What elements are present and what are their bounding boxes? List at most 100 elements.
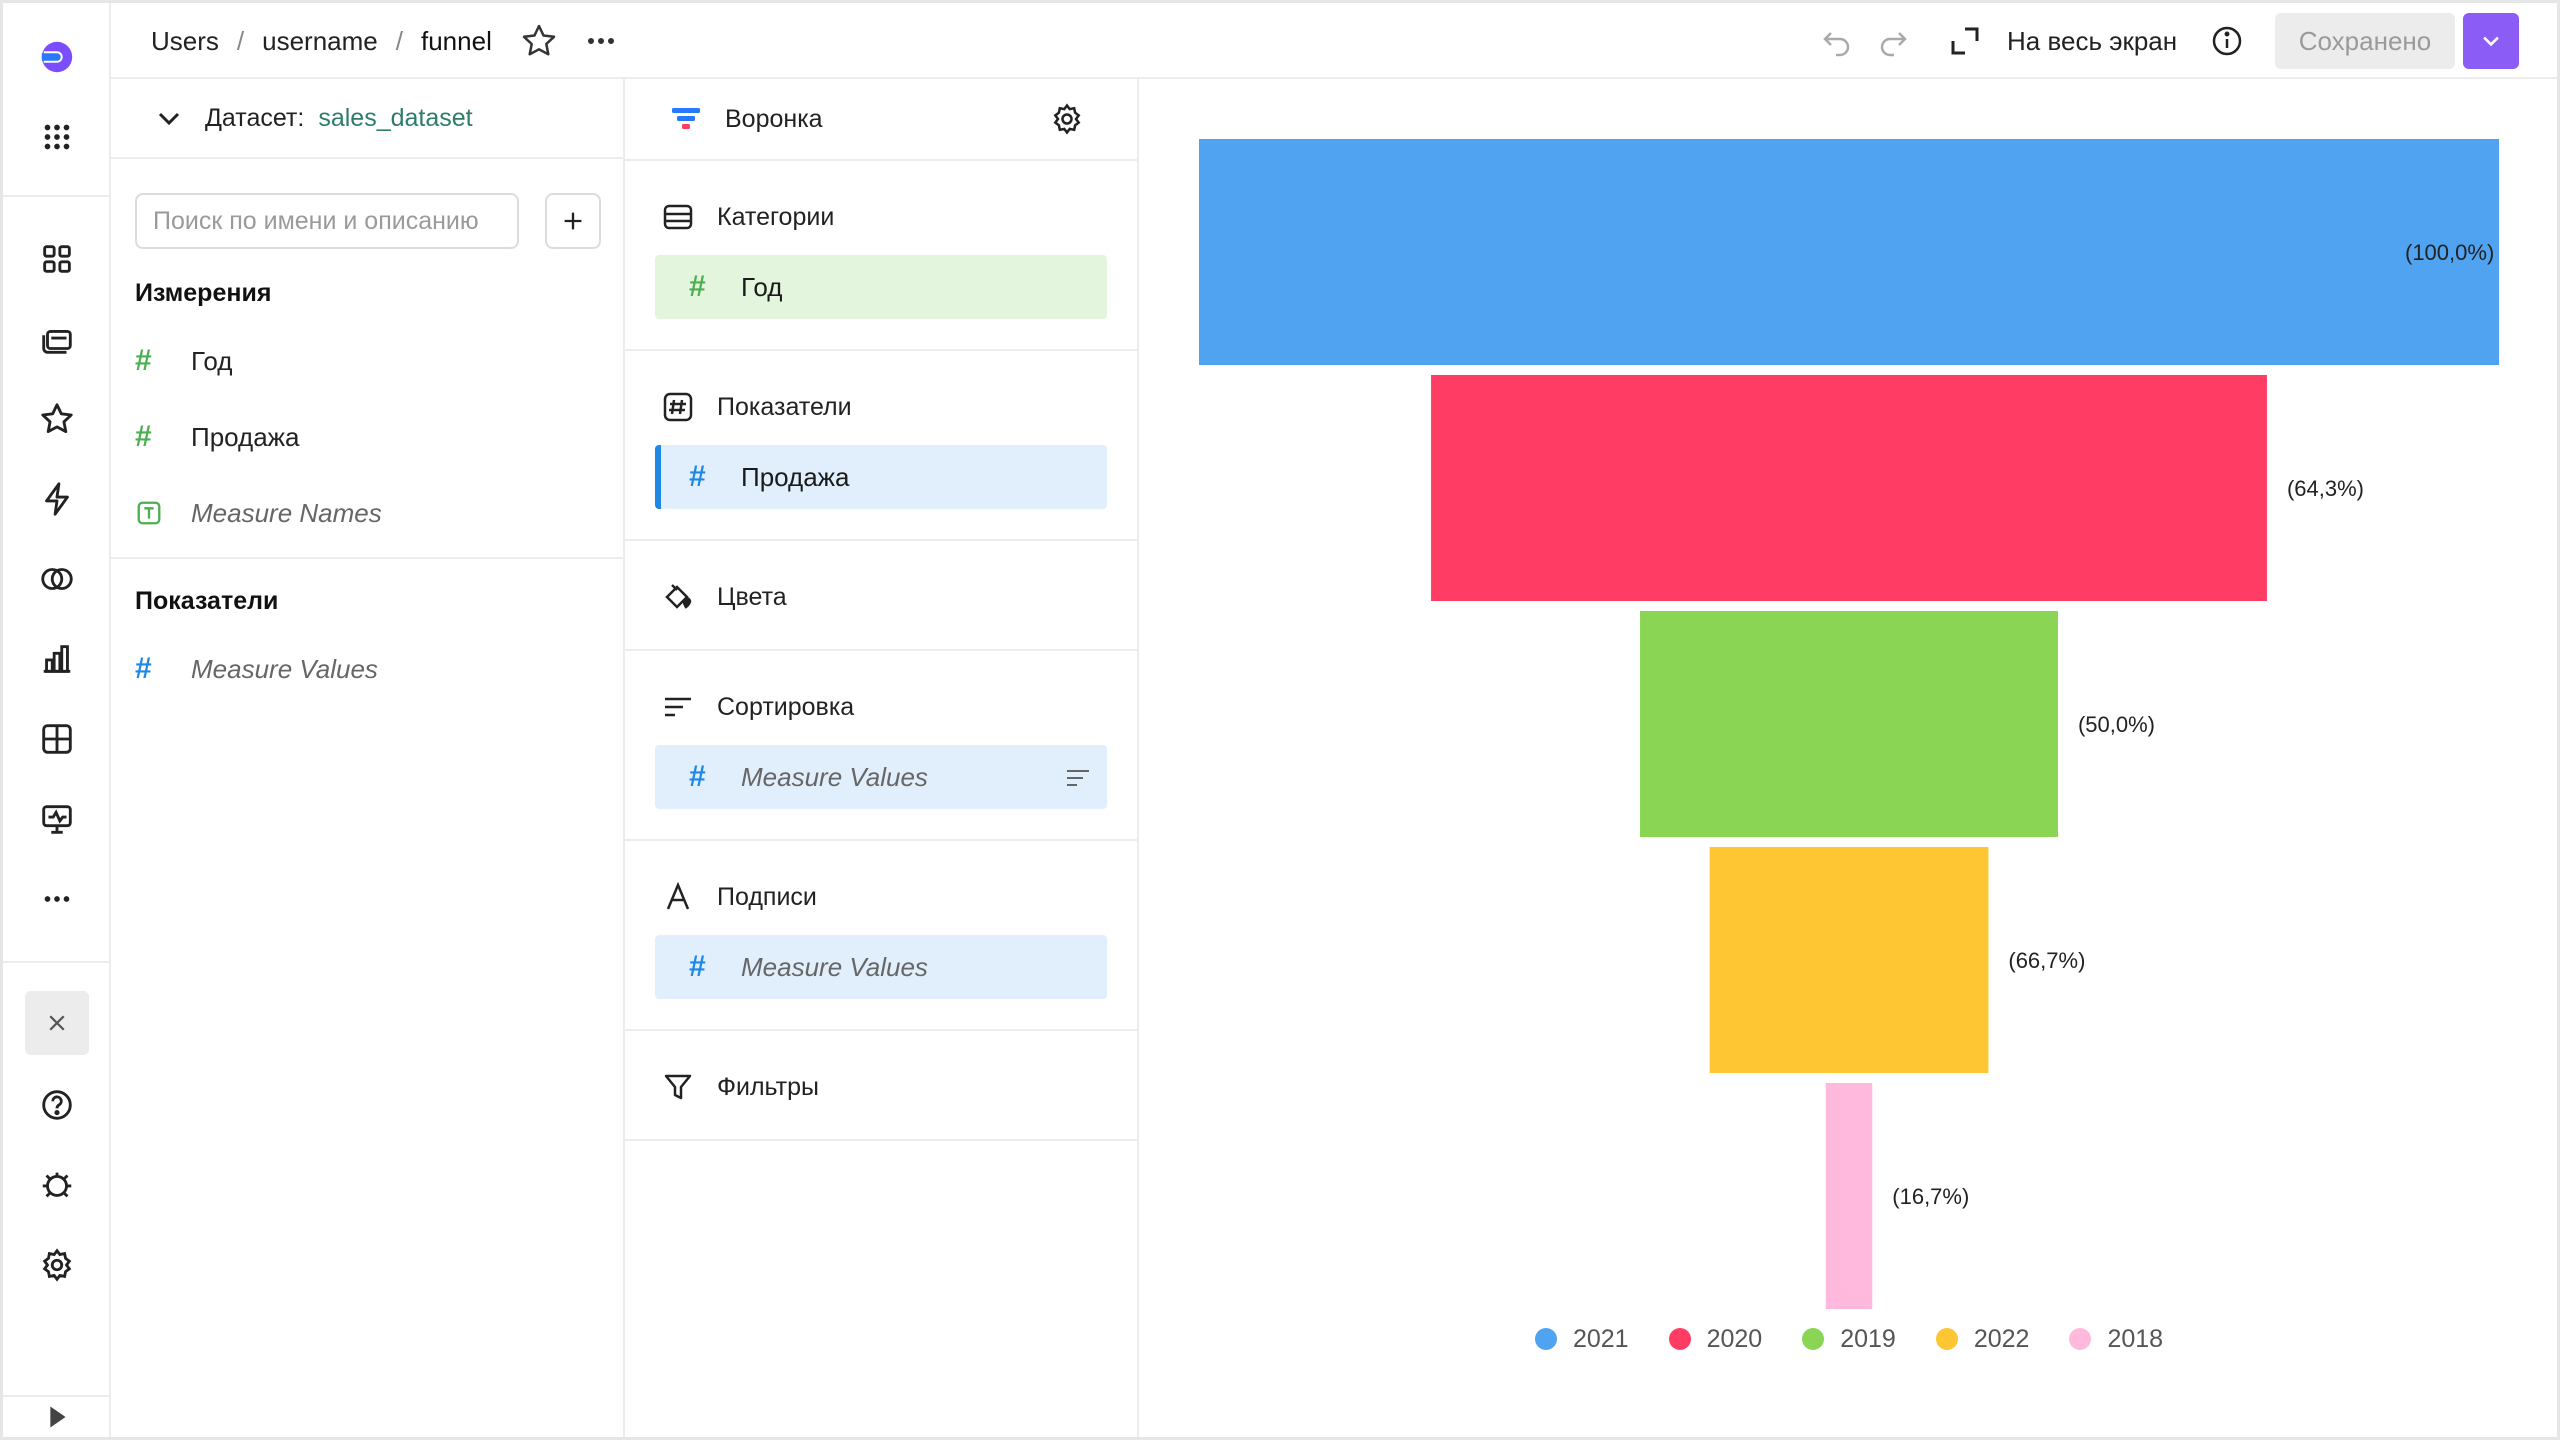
field-search-input[interactable]: Поиск по имени и описанию — [135, 193, 519, 249]
legend-label: 2021 — [1572, 1324, 1629, 1353]
dataset-header[interactable]: Датасет: sales_dataset — [111, 79, 623, 159]
measures-label: Показатели — [717, 392, 852, 421]
fullscreen-button[interactable]: На весь экран — [2007, 23, 2177, 59]
plus-icon — [564, 212, 582, 230]
funnel-stage-2020[interactable] — [1431, 375, 2267, 601]
save-button[interactable]: Сохранено — [2275, 13, 2455, 69]
dataset-name-link[interactable]: sales_dataset — [318, 104, 472, 133]
breadcrumb-separator: / — [236, 25, 245, 56]
settings-gear-icon[interactable] — [25, 1233, 89, 1297]
field-label: Measure Values — [191, 653, 378, 684]
more-options-icon[interactable] — [581, 21, 621, 61]
legend-item[interactable]: 2022 — [1935, 1324, 2030, 1354]
legend-label: 2018 — [2107, 1324, 2164, 1353]
dataset-panel: Датасет: sales_dataset Поиск по имени и … — [111, 79, 625, 1437]
legend-label: 2022 — [1973, 1324, 2030, 1353]
expand-rail-icon[interactable] — [25, 1397, 89, 1437]
apps-grid-icon[interactable] — [25, 105, 89, 169]
fullscreen-icon[interactable] — [1947, 23, 1983, 59]
sort-chip[interactable]: # Measure Values — [655, 745, 1107, 809]
measures-title: Показатели — [661, 387, 852, 427]
charts-icon[interactable] — [25, 627, 89, 691]
field-label: Год — [191, 345, 233, 376]
legend-item[interactable]: 2020 — [1668, 1324, 1763, 1354]
paint-bucket-icon — [665, 584, 692, 609]
visualization-panel: Воронка Категории # Год Показатели # Про… — [625, 79, 1139, 1437]
label-chip[interactable]: # Measure Values — [655, 935, 1107, 999]
chip-label: Measure Values — [741, 951, 928, 982]
bug-report-icon[interactable] — [25, 1153, 89, 1217]
legend-item[interactable]: 2019 — [1802, 1325, 1896, 1354]
field-item[interactable]: # Год — [135, 341, 232, 381]
number-type-icon: # — [689, 460, 706, 493]
categories-label: Категории — [717, 202, 835, 231]
left-rail — [3, 3, 111, 1437]
breadcrumb-separator: / — [395, 25, 403, 56]
favorite-star-icon[interactable] — [519, 21, 559, 61]
settings-gear-icon[interactable] — [1049, 101, 1085, 137]
redo-icon[interactable] — [1875, 23, 1911, 59]
legend-item[interactable]: 2018 — [2069, 1325, 2163, 1354]
measure-chip[interactable]: # Продажа — [655, 445, 1107, 509]
dataset-label: Датасет: — [205, 103, 305, 132]
undo-icon[interactable] — [1819, 23, 1855, 59]
connections-icon[interactable] — [25, 547, 89, 611]
filters-title[interactable]: Фильтры — [661, 1067, 819, 1107]
measures-title: Показатели — [135, 587, 279, 615]
field-item[interactable]: # Measure Values — [135, 649, 378, 689]
close-icon[interactable] — [25, 991, 89, 1055]
category-chip[interactable]: # Год — [655, 255, 1107, 319]
field-label: Measure Names — [191, 497, 382, 528]
colors-title[interactable]: Цвета — [661, 577, 787, 617]
top-header: Users / username / funnel На весь экран … — [111, 3, 2557, 79]
favorites-star-icon[interactable] — [25, 387, 89, 451]
legend-color-dot — [2069, 1328, 2092, 1350]
legend-label: 2019 — [1840, 1324, 1896, 1353]
chart-type-label: Воронка — [725, 104, 823, 133]
breadcrumb-current: funnel — [421, 25, 492, 56]
funnel-stage-2021[interactable] — [1199, 139, 2499, 365]
funnel-stage-2019[interactable] — [1640, 611, 2058, 837]
collections-icon[interactable] — [25, 307, 89, 371]
funnel-stage-2018[interactable] — [1825, 1083, 1873, 1309]
save-menu-button[interactable] — [2463, 13, 2519, 69]
labels-title: Подписи — [661, 877, 817, 917]
sort-title: Сортировка — [661, 687, 854, 727]
monitoring-icon[interactable] — [25, 787, 89, 851]
chip-label: Год — [741, 271, 783, 302]
funnel-stage-2022[interactable] — [1709, 847, 1989, 1073]
more-dots-icon[interactable] — [25, 867, 89, 931]
add-field-button[interactable] — [545, 193, 601, 249]
legend-color-dot — [1802, 1328, 1825, 1350]
info-icon[interactable] — [2209, 23, 2245, 59]
section-divider — [111, 557, 623, 559]
chevron-down-icon[interactable] — [153, 102, 185, 134]
legend-item[interactable]: 2021 — [1534, 1324, 1629, 1354]
field-item[interactable]: Measure Names — [135, 493, 382, 533]
field-item[interactable]: # Продажа — [135, 417, 300, 457]
dashboards-icon[interactable] — [25, 707, 89, 771]
filter-icon — [664, 1074, 692, 1100]
breadcrumb: Users / username / funnel — [151, 3, 492, 79]
breadcrumb-username[interactable]: username — [262, 26, 378, 57]
list-icon — [663, 204, 693, 230]
chip-label: Measure Values — [741, 761, 928, 792]
sort-icon — [665, 697, 691, 717]
number-type-icon: # — [689, 270, 706, 303]
number-type-icon: # — [689, 950, 706, 983]
text-label-icon — [666, 881, 690, 910]
sort-label: Сортировка — [717, 692, 855, 721]
categories-title: Категории — [661, 197, 834, 237]
lightning-icon[interactable] — [25, 467, 89, 531]
number-type-icon: # — [135, 652, 152, 685]
chart-type-selector[interactable]: Воронка — [669, 99, 823, 139]
legend-label: 2020 — [1706, 1324, 1763, 1353]
logo-icon[interactable] — [25, 25, 89, 89]
help-icon[interactable] — [25, 1073, 89, 1137]
filters-label: Фильтры — [717, 1072, 819, 1101]
rail-divider — [3, 195, 109, 197]
breadcrumb-users[interactable]: Users — [151, 26, 219, 57]
sort-direction-icon[interactable] — [1063, 763, 1093, 793]
legend-color-dot — [1935, 1328, 1958, 1350]
dashboard-tiles-icon[interactable] — [25, 227, 89, 291]
